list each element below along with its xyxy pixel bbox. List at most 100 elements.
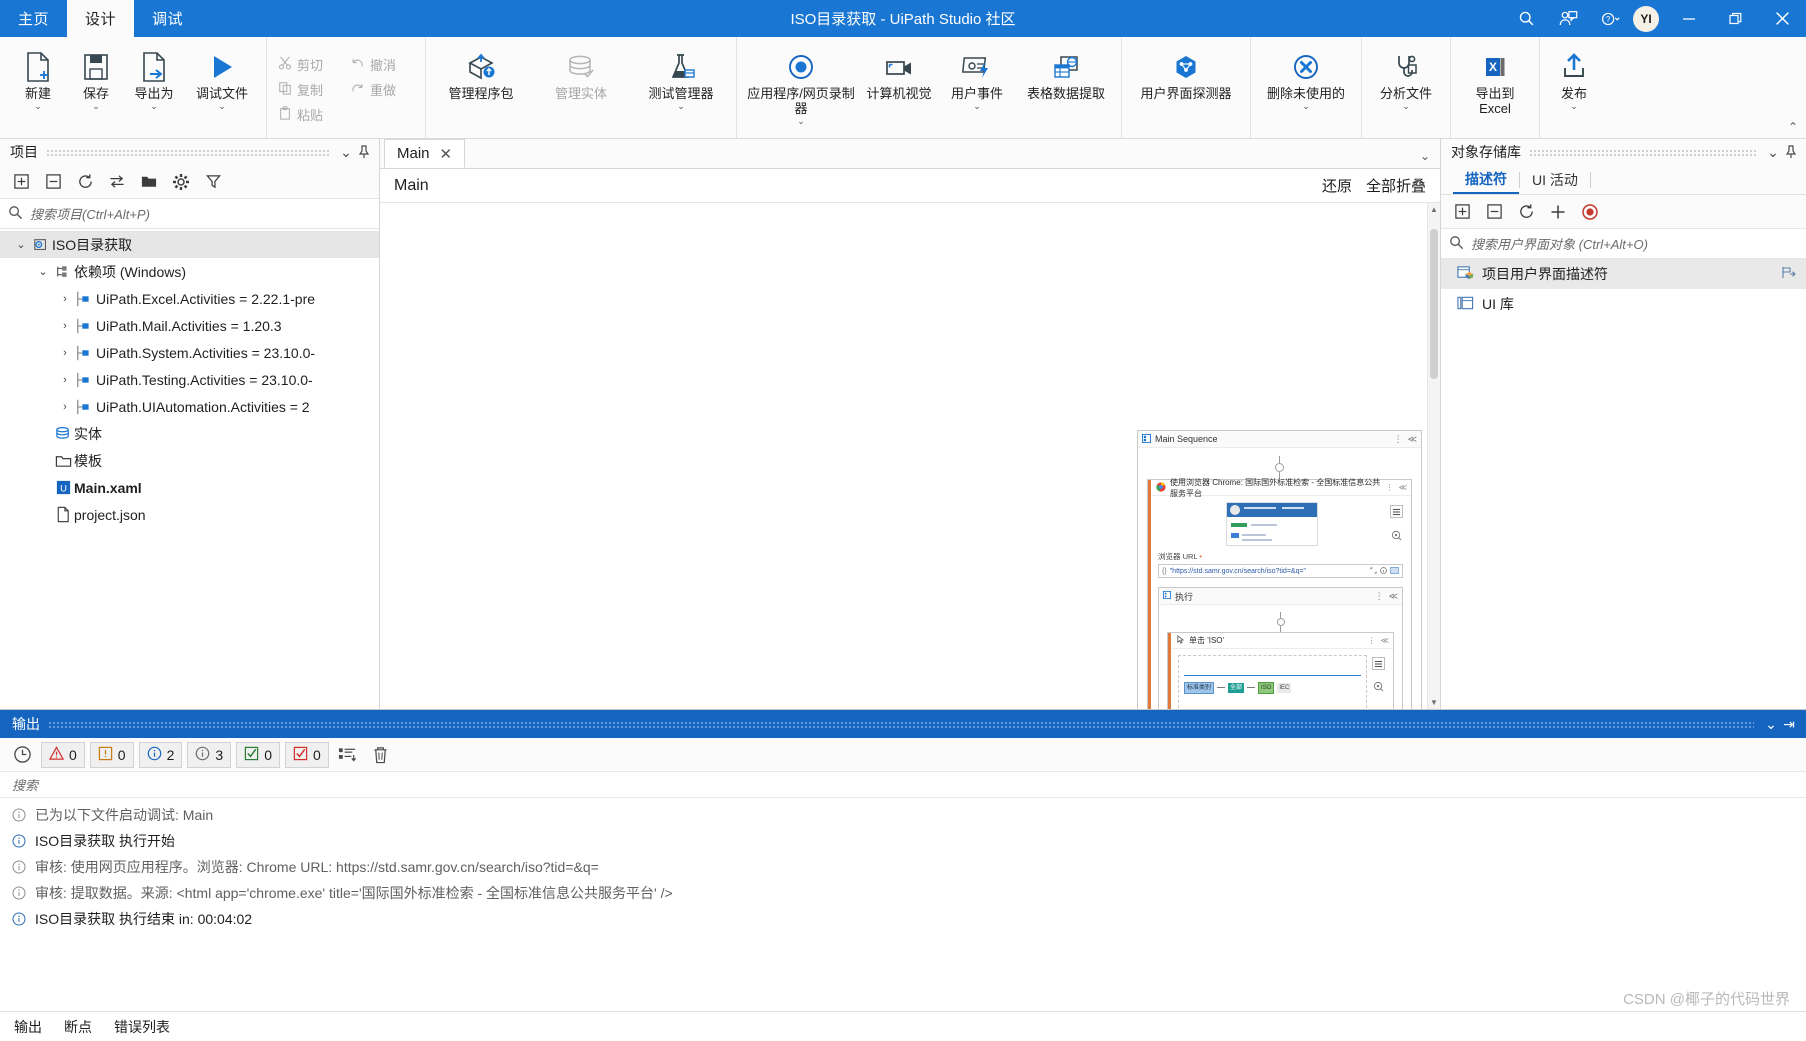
tab-ui-activities[interactable]: UI 活动	[1520, 165, 1590, 194]
ribbon-tab-debug[interactable]: 调试	[134, 0, 201, 37]
browser-url-input[interactable]: {} "https://std.samr.gov.cn/search/iso?t…	[1158, 564, 1403, 578]
paste-button[interactable]: 粘贴	[274, 102, 346, 127]
show-all-files-icon[interactable]	[102, 168, 132, 196]
chevron-down-icon[interactable]: ⌄	[34, 101, 42, 112]
main-sequence-container[interactable]: Main Sequence ⋮ ≪ 使用浏览器 Chrome: 国际国外标准检索…	[1137, 430, 1422, 709]
minimize-button[interactable]	[1665, 0, 1712, 37]
publish-button[interactable]: 发布 ⌄	[1545, 41, 1603, 138]
undo-button[interactable]: 撤消	[346, 52, 418, 77]
chevron-down-icon[interactable]: ⌄	[1570, 101, 1578, 112]
app-web-recorder-button[interactable]: 应用程序/网页录制器 ⌄	[742, 41, 860, 138]
collapse-all-icon[interactable]	[1479, 198, 1509, 226]
manage-entities-button[interactable]: 管理实体	[531, 41, 631, 138]
chevron-down-icon[interactable]: ⌄	[1302, 101, 1310, 112]
chevron-down-icon[interactable]: ⌄	[150, 101, 158, 112]
chevron-down-icon[interactable]: ⌄	[1420, 149, 1430, 163]
save-button[interactable]: 保存 ⌄	[67, 41, 125, 138]
refresh-icon[interactable]	[70, 168, 100, 196]
expand-expression-icon[interactable]	[1370, 566, 1377, 576]
chevron-right-icon[interactable]: ›	[56, 347, 74, 359]
log-row[interactable]: ISO目录获取 执行开始	[0, 828, 1806, 854]
overflow-menu-icon[interactable]: ⋮	[1394, 434, 1403, 445]
info-counter[interactable]: 2	[138, 741, 183, 768]
close-icon[interactable]: ✕	[440, 145, 453, 163]
export-excel-button[interactable]: X 导出到 Excel	[1456, 41, 1534, 138]
filter-icon[interactable]	[198, 168, 228, 196]
panel-drag-grip[interactable]	[1529, 148, 1756, 156]
restore-button[interactable]	[1712, 0, 1759, 37]
scroll-down-arrow-icon[interactable]: ▼	[1428, 698, 1440, 707]
chevron-down-icon[interactable]: ⌄	[34, 265, 52, 278]
table-extraction-button[interactable]: 表格数据提取	[1016, 41, 1116, 138]
refresh-icon[interactable]	[1511, 198, 1541, 226]
open-folder-icon[interactable]	[134, 168, 164, 196]
avatar[interactable]: YI	[1633, 5, 1659, 32]
chevron-down-icon[interactable]: ⌄	[797, 116, 805, 127]
collapse-all-icon[interactable]	[38, 168, 68, 196]
ribbon-tab-home[interactable]: 主页	[0, 0, 67, 37]
record-icon[interactable]	[1575, 198, 1605, 226]
ribbon-collapse-button[interactable]: ⌃	[1788, 120, 1798, 134]
collapse-icon[interactable]: ≪	[1399, 483, 1407, 492]
trace-counter[interactable]: 3	[187, 741, 232, 768]
restore-link[interactable]: 还原	[1322, 175, 1352, 196]
chevron-down-icon[interactable]: ⌄	[218, 101, 226, 112]
tree-item-package-excel[interactable]: › UiPath.Excel.Activities = 2.22.1-pre	[0, 285, 379, 312]
clock-icon[interactable]	[8, 742, 36, 768]
warning-counter[interactable]: 0	[41, 741, 85, 768]
indicate-target-icon[interactable]	[1390, 529, 1403, 542]
open-editor-icon[interactable]	[1390, 566, 1399, 576]
status-tab-error-list[interactable]: 错误列表	[114, 1017, 170, 1037]
target-preview[interactable]	[1158, 502, 1385, 546]
collapse-icon[interactable]: ≪	[1408, 434, 1417, 445]
chevron-down-icon[interactable]: ⌄	[973, 101, 981, 112]
panel-drag-grip[interactable]	[46, 148, 329, 156]
overflow-menu-icon[interactable]: ⋮	[1386, 483, 1394, 492]
pin-icon[interactable]	[1782, 142, 1800, 162]
click-target-preview[interactable]: 标准类别 全部 ISO IEC	[1178, 655, 1367, 709]
pin-icon[interactable]	[355, 142, 373, 162]
clear-icon[interactable]	[367, 742, 395, 768]
status-tab-breakpoints[interactable]: 断点	[64, 1017, 92, 1037]
export-icon[interactable]	[1782, 266, 1806, 282]
chevron-down-icon[interactable]: ⌄	[1764, 142, 1782, 162]
breadcrumb[interactable]: Main	[394, 177, 429, 195]
chevron-down-icon[interactable]: ⌄	[1402, 101, 1410, 112]
cut-button[interactable]: 剪切	[274, 52, 346, 77]
status-tab-output[interactable]: 输出	[14, 1017, 42, 1037]
tree-item-templates[interactable]: 模板	[0, 447, 379, 474]
do-container[interactable]: 执行 ⋮ ≪ 单击 'ISO' ⋮ ≪ 标准类别 全部 ISO IEC	[1158, 587, 1403, 709]
tree-item-main-xaml[interactable]: U Main.xaml	[0, 474, 379, 501]
menu-icon[interactable]	[1390, 505, 1403, 518]
tree-item-package-mail[interactable]: › UiPath.Mail.Activities = 1.20.3	[0, 312, 379, 339]
list-item-ui-library[interactable]: UI 库	[1441, 289, 1806, 319]
chevron-down-icon[interactable]: ⌄	[1762, 714, 1780, 734]
use-browser-activity[interactable]: 使用浏览器 Chrome: 国际国外标准检索 - 全国标准信息公共服务平台 ⋮ …	[1147, 478, 1412, 709]
analyze-file-button[interactable]: 分析文件 ⌄	[1367, 41, 1445, 138]
ui-explorer-button[interactable]: 用户界面探测器	[1127, 41, 1245, 138]
chevron-down-icon[interactable]: ⌄	[677, 101, 685, 112]
scroll-up-arrow-icon[interactable]: ▲	[1428, 205, 1440, 214]
expand-all-icon[interactable]	[1447, 198, 1477, 226]
info-icon[interactable]	[1380, 566, 1387, 576]
user-events-button[interactable]: 用户事件 ⌄	[938, 41, 1016, 138]
chevron-right-icon[interactable]: ›	[56, 320, 74, 332]
tree-item-project[interactable]: ⌄ ISO目录获取	[0, 231, 379, 258]
log-row[interactable]: 审核: 提取数据。来源: <html app='chrome.exe' titl…	[0, 880, 1806, 906]
object-repository-search-input[interactable]: 搜索用户界面对象 (Ctrl+Alt+O)	[1441, 229, 1806, 259]
feedback-icon[interactable]	[1547, 0, 1589, 37]
list-item-project-ui-descriptors[interactable]: 项目用户界面描述符	[1441, 259, 1806, 289]
close-button[interactable]	[1759, 0, 1806, 37]
collapse-icon[interactable]: ≪	[1389, 591, 1398, 602]
tree-item-package-uiautomation[interactable]: › UiPath.UIAutomation.Activities = 2	[0, 393, 379, 420]
canvas-vertical-scrollbar[interactable]: ▲ ▼	[1427, 203, 1440, 709]
search-icon[interactable]	[1505, 0, 1547, 37]
add-icon[interactable]	[1543, 198, 1573, 226]
remove-unused-button[interactable]: 删除未使用的 ⌄	[1256, 41, 1356, 138]
workflow-canvas[interactable]: Main Sequence ⋮ ≪ 使用浏览器 Chrome: 国际国外标准检索…	[380, 203, 1440, 709]
passed-counter[interactable]: 0	[236, 741, 280, 768]
tab-descriptors[interactable]: 描述符	[1453, 165, 1519, 194]
designer-tab-main[interactable]: Main ✕	[384, 139, 466, 168]
unpin-icon[interactable]: ⇥	[1780, 714, 1798, 734]
indicate-target-icon[interactable]	[1372, 680, 1385, 693]
